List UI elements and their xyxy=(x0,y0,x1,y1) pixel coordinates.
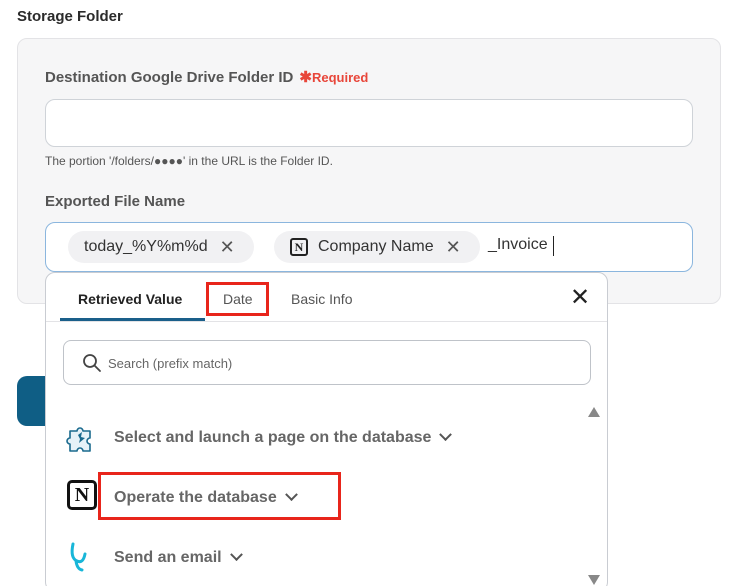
highlight-box-date xyxy=(206,282,269,316)
folder-id-label: Destination Google Drive Folder ID ✱Requi… xyxy=(45,68,368,86)
close-icon[interactable]: ✕ xyxy=(570,286,590,310)
list-item-select-launch[interactable]: Select and launch a page on the database xyxy=(46,417,576,457)
folder-id-hint: The portion '/folders/●●●●' in the URL i… xyxy=(45,154,333,168)
scroll-down-arrow[interactable] xyxy=(588,575,600,585)
yoom-mail-icon xyxy=(70,542,87,572)
required-indicator: ✱Required xyxy=(299,69,369,86)
required-label: Required xyxy=(311,70,369,85)
chip-remove-icon[interactable]: ✕ xyxy=(220,237,235,258)
scroll-up-arrow[interactable] xyxy=(588,407,600,417)
highlight-box-operate xyxy=(98,472,341,520)
chevron-down-icon xyxy=(439,428,453,442)
search-icon xyxy=(83,354,101,372)
chip-date-variable[interactable]: today_%Y%m%d ✕ xyxy=(68,231,254,263)
notion-icon: N xyxy=(290,238,308,256)
search-placeholder: Search (prefix match) xyxy=(108,356,233,371)
folder-id-label-text: Destination Google Drive Folder ID xyxy=(45,69,294,86)
file-name-label: Exported File Name xyxy=(45,193,186,210)
chip-date-label: today_%Y%m%d xyxy=(84,238,208,255)
list-item-send-email[interactable]: Send an email xyxy=(46,537,576,577)
notion-icon: N xyxy=(67,480,97,510)
file-name-suffix: _Invoice xyxy=(488,236,548,253)
list-item-label: Send an email xyxy=(114,548,243,567)
chip-company-label: Company Name xyxy=(318,238,434,255)
tab-retrieved-value[interactable]: Retrieved Value xyxy=(78,291,182,307)
puzzle-icon xyxy=(66,427,91,452)
chip-remove-icon[interactable]: ✕ xyxy=(446,237,461,258)
section-title: Storage Folder xyxy=(17,8,123,25)
text-caret xyxy=(553,236,554,256)
folder-id-input[interactable] xyxy=(45,99,693,147)
tab-divider xyxy=(46,321,607,322)
tab-basic-info[interactable]: Basic Info xyxy=(291,291,352,307)
variable-picker-dropdown: Retrieved Value Date Basic Info ✕ Search… xyxy=(45,272,608,586)
chip-company-name[interactable]: N Company Name ✕ xyxy=(274,231,480,263)
required-star-icon: ✱ xyxy=(299,69,312,86)
list-item-label: Select and launch a page on the database xyxy=(114,428,453,447)
chevron-down-icon xyxy=(229,548,243,562)
